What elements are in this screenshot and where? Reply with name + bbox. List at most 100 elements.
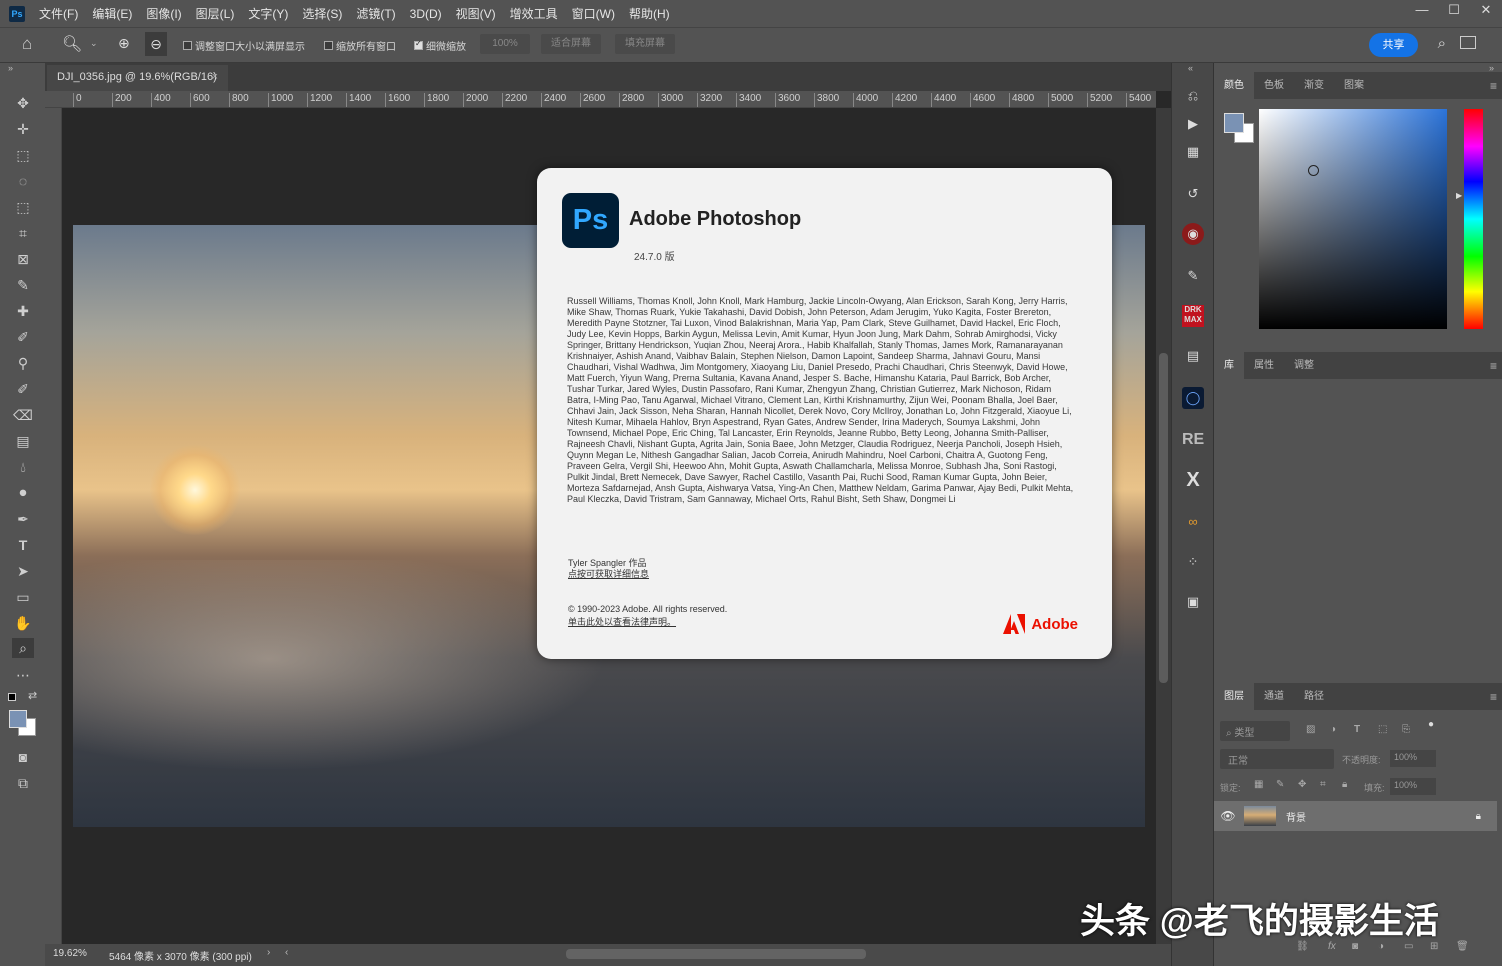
search-icon[interactable]: ⌕ (1438, 35, 1446, 52)
zoom-all-checkbox[interactable]: 缩放所有窗口 (324, 38, 396, 53)
filter-toggle-icon[interactable]: ● (1428, 719, 1434, 730)
fit-windows-checkbox[interactable]: 调整窗口大小以满屏显示 (183, 38, 305, 53)
tab-properties[interactable]: 属性 (1244, 352, 1284, 379)
move-icon[interactable]: ✛ (12, 119, 34, 139)
stamp-icon[interactable]: ⚲ (12, 353, 34, 373)
menu-file[interactable]: 文件(F) (39, 5, 78, 22)
horizontal-scroll-thumb[interactable] (566, 949, 866, 959)
scrubby-zoom-checkbox[interactable]: 细微缩放 (414, 38, 466, 53)
lock-position-icon[interactable]: ✥ (1298, 779, 1306, 790)
chevron-down-icon[interactable]: ⌄ (90, 38, 98, 49)
lock-artboard-icon[interactable]: ⌗ (1320, 779, 1326, 790)
layers-stack-icon[interactable]: ▤ (1182, 345, 1204, 367)
circle-plugin-icon[interactable]: ◯ (1182, 387, 1204, 409)
foreground-swatch[interactable] (1224, 113, 1244, 133)
filter-adjust-icon[interactable]: ◑ (1330, 724, 1336, 735)
zoom-level[interactable]: 19.62% (53, 948, 87, 959)
lasso-icon[interactable]: ◌ (12, 171, 34, 191)
plugin-red-icon[interactable]: ◉ (1182, 223, 1204, 245)
eyedropper-icon[interactable]: ✎ (12, 275, 34, 295)
blend-mode-select[interactable]: 正常 (1220, 749, 1334, 769)
edit-icon[interactable]: ✎ (1182, 265, 1204, 287)
eraser-icon[interactable]: ⌫ (12, 405, 34, 425)
quick-mask-icon[interactable]: ◙ (12, 747, 34, 767)
checkbox-box[interactable] (414, 39, 423, 50)
checkbox-box[interactable] (183, 41, 192, 50)
layer-name[interactable]: 背景 (1286, 809, 1306, 824)
tab-patterns[interactable]: 图案 (1334, 72, 1374, 99)
lock-all-icon[interactable]: 🔒︎ (1342, 779, 1347, 790)
history-icon[interactable]: ⎌ (1182, 85, 1204, 107)
dark-max-icon[interactable]: DRK MAX (1182, 305, 1204, 327)
plugin-icon[interactable]: ▦ (1182, 141, 1204, 163)
menu-edit[interactable]: 编辑(E) (92, 5, 132, 22)
home-icon[interactable]: ⌂ (22, 34, 32, 54)
minimize-button[interactable]: — (1406, 0, 1438, 22)
zoom-percent-field[interactable]: 100% (480, 34, 530, 54)
menu-window[interactable]: 窗口(W) (572, 5, 615, 22)
rotate-icon[interactable]: ↺ (1182, 183, 1204, 205)
rectangle-icon[interactable]: ▭ (12, 587, 34, 607)
zoom-out-icon[interactable]: ⊖ (145, 32, 167, 56)
lock-pixels-icon[interactable]: ▦ (1254, 779, 1263, 790)
panel-menu-icon[interactable]: ≡ (1490, 359, 1497, 373)
menu-select[interactable]: 选择(S) (302, 5, 342, 22)
menu-3d[interactable]: 3D(D) (410, 7, 442, 21)
blur-icon[interactable]: 💧︎ (12, 457, 34, 477)
more-tools-icon[interactable]: ⋯ (12, 665, 34, 685)
chevron-right-icon[interactable]: › (267, 947, 270, 958)
trash-icon[interactable]: 🗑︎ (1456, 941, 1469, 952)
dodge-icon[interactable]: ⚫ (12, 483, 34, 503)
scroll-thumb[interactable] (1159, 353, 1168, 683)
menu-type[interactable]: 文字(Y) (248, 5, 288, 22)
tab-libraries[interactable]: 库 (1214, 352, 1244, 379)
brush-icon[interactable]: ✐ (12, 327, 34, 347)
history-brush-icon[interactable]: ✐ (12, 379, 34, 399)
close-window-button[interactable]: ✕ (1470, 0, 1502, 22)
zoom-tool-icon[interactable]: ⌕ (12, 638, 34, 658)
tab-color[interactable]: 颜色 (1214, 72, 1254, 99)
maximize-button[interactable]: ☐ (1438, 0, 1470, 22)
zoom-in-icon[interactable]: ⊕ (118, 35, 130, 52)
grid-icon[interactable]: ▣ (1182, 591, 1204, 613)
close-tab-icon[interactable]: × (212, 71, 218, 83)
zoom-icon[interactable]: 🔍︎ (62, 34, 82, 54)
lock-brush-icon[interactable]: ✎ (1276, 779, 1284, 790)
filter-smart-icon[interactable]: ⎘ (1402, 724, 1410, 735)
hand-icon[interactable]: ✋ (12, 613, 34, 633)
document-tab[interactable]: DJI_0356.jpg @ 19.6%(RGB/16) × (47, 65, 228, 91)
filter-type-icon[interactable]: T (1354, 724, 1360, 735)
swap-colors-icon[interactable]: ⇄ (28, 689, 37, 702)
fit-screen-button[interactable]: 适合屏幕 (541, 34, 601, 54)
path-select-icon[interactable]: ➤ (12, 561, 34, 581)
frame-icon[interactable]: ⊠ (12, 249, 34, 269)
default-colors-icon[interactable] (8, 693, 16, 701)
type-icon[interactable]: T (12, 535, 34, 555)
hue-pointer-icon[interactable]: ▶ (1456, 191, 1462, 200)
legal-notice-link[interactable]: 单击此处以查看法律声明。 (568, 615, 676, 628)
pen-icon[interactable]: ✒ (12, 509, 34, 529)
hue-slider[interactable] (1464, 109, 1483, 329)
tab-layers[interactable]: 图层 (1214, 683, 1254, 710)
artboard-icon[interactable]: ✥ (12, 93, 34, 113)
layer-filter-select[interactable]: ⌕ 类型 (1220, 721, 1290, 741)
filter-shape-icon[interactable]: ⬚ (1378, 724, 1387, 735)
tab-paths[interactable]: 路径 (1294, 683, 1334, 710)
tab-gradients[interactable]: 渐变 (1294, 72, 1334, 99)
tab-channels[interactable]: 通道 (1254, 683, 1294, 710)
ps-app-icon[interactable]: Ps (9, 5, 25, 22)
layer-row[interactable]: 👁︎ 背景 🔒︎ (1214, 801, 1497, 831)
menu-image[interactable]: 图像(I) (146, 5, 181, 22)
object-select-icon[interactable]: ⬚ (12, 197, 34, 217)
healing-icon[interactable]: ✚ (12, 301, 34, 321)
tab-adjustments[interactable]: 调整 (1284, 352, 1324, 379)
collapse-icon[interactable]: » (8, 63, 13, 73)
collapse-icon[interactable]: « (1188, 63, 1193, 73)
infinity-icon[interactable]: ∞ (1182, 511, 1204, 533)
foreground-color-swatch[interactable] (9, 710, 27, 728)
menu-layer[interactable]: 图层(L) (196, 5, 235, 22)
tab-swatches[interactable]: 色板 (1254, 72, 1294, 99)
filter-pixel-icon[interactable]: ▨ (1306, 724, 1315, 735)
screen-mode-icon[interactable]: ⧉ (12, 773, 34, 793)
fill-field[interactable]: 100% (1390, 778, 1436, 795)
